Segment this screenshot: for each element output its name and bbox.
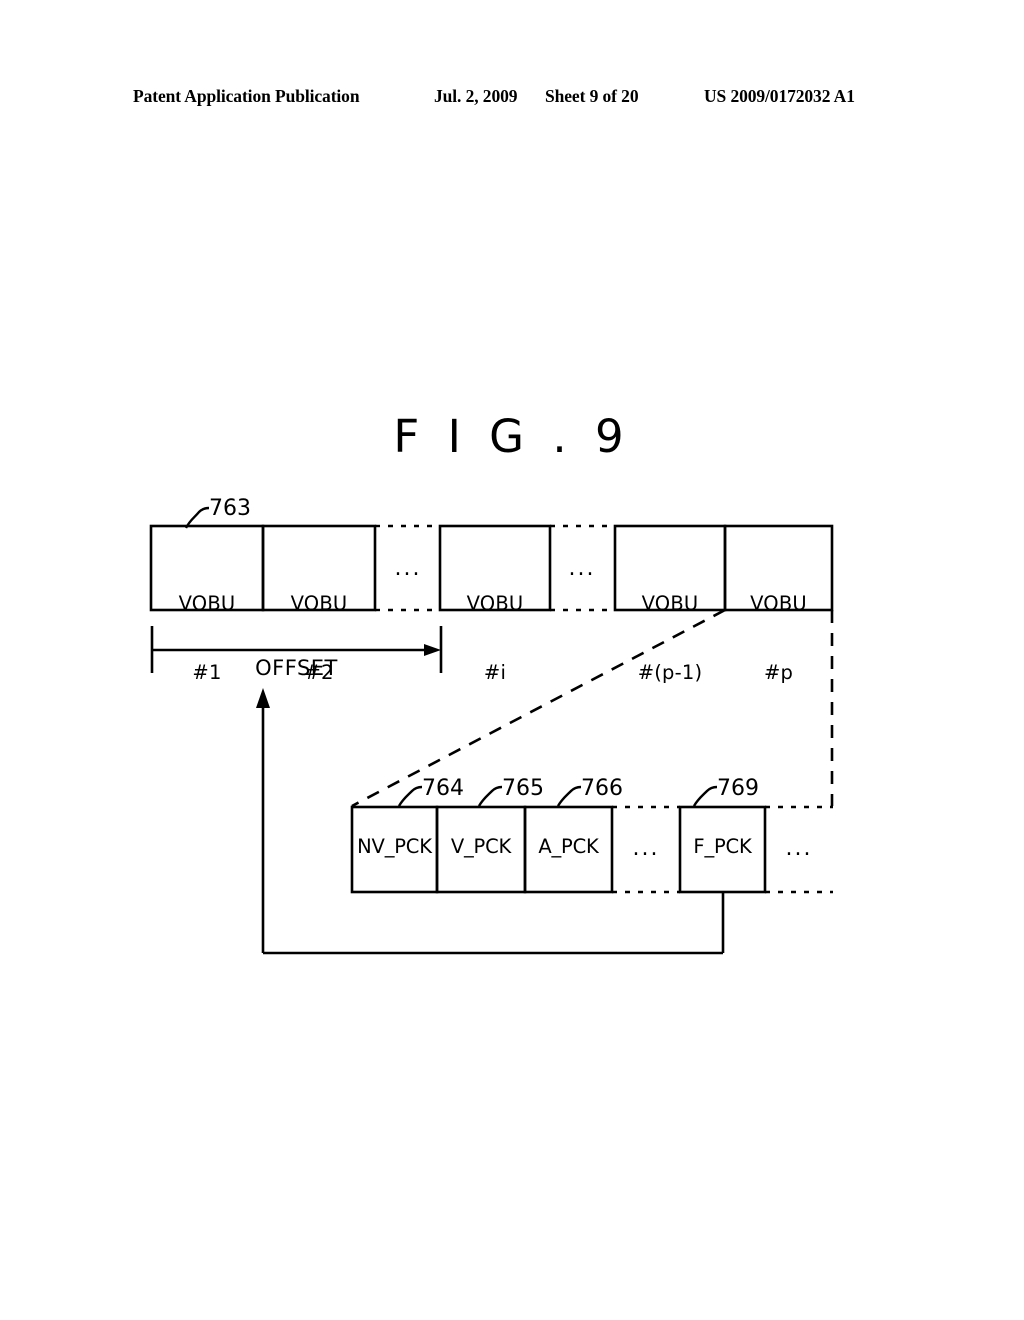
- pck-ellipsis-2: ...: [785, 836, 813, 861]
- vobu-label-i-line1: VOBU: [466, 592, 524, 615]
- vobu-label-p-line1: VOBU: [750, 592, 807, 615]
- vobu-label-p-minus-1-line1: VOBU: [641, 592, 699, 615]
- ref-number-766: 766: [581, 776, 623, 801]
- vobu-ellipsis-2: ...: [568, 556, 596, 581]
- offset-label: OFFSET: [255, 656, 338, 680]
- vobu-label-p-minus-1: VOBU #(p-1): [615, 546, 725, 707]
- vobu-label-p-line2: #p: [763, 661, 794, 684]
- vobu-label-1: VOBU #1: [151, 546, 263, 707]
- ref-number-764: 764: [422, 776, 464, 801]
- pck-ellipsis-1: ...: [632, 836, 660, 861]
- ref-leader-769: [692, 785, 718, 807]
- ref-number-763: 763: [209, 496, 251, 521]
- ref-leader-764: [397, 785, 423, 807]
- vobu-label-p: VOBU #p: [725, 546, 832, 707]
- ref-leader-766: [556, 785, 582, 807]
- ref-number-765: 765: [502, 776, 544, 801]
- pck-label-v: V_PCK: [450, 835, 512, 858]
- vobu-ellipsis-1: ...: [394, 556, 422, 581]
- vobu-label-i-line2: #i: [483, 661, 507, 684]
- pck-label-f: F_PCK: [693, 835, 752, 858]
- offset-pointer-route: [261, 698, 725, 955]
- offset-arrow-head: [424, 644, 441, 656]
- vobu-label-1-line1: VOBU: [178, 592, 236, 615]
- ref-leader-765: [477, 785, 503, 807]
- vobu-label-2: VOBU #2: [263, 546, 375, 707]
- vobu-label-p-minus-1-line2: #(p-1): [637, 661, 703, 684]
- ref-number-769: 769: [717, 776, 759, 801]
- pck-label-a: A_PCK: [538, 835, 599, 858]
- vobu-label-2-line1: VOBU: [290, 592, 348, 615]
- pck-label-nv: NV_PCK: [357, 835, 432, 858]
- vobu-label-i: VOBU #i: [440, 546, 550, 707]
